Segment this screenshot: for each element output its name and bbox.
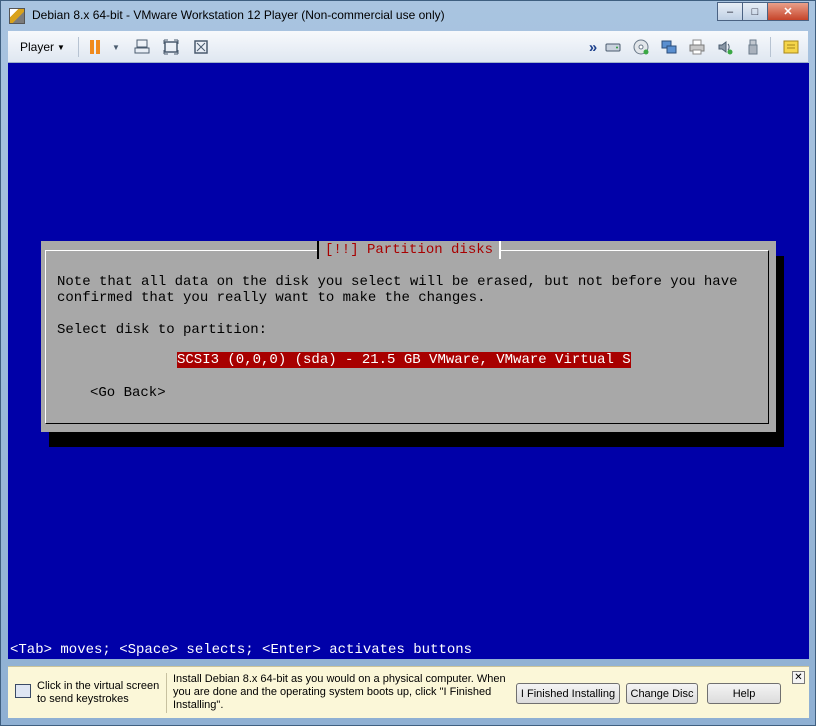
info-separator <box>166 673 167 713</box>
network-adapter-icon[interactable] <box>660 38 678 56</box>
partition-disks-dialog: [!!] Partition disks Note that all data … <box>41 241 776 432</box>
pause-dropdown-icon[interactable]: ▼ <box>107 38 125 56</box>
dialog-message-line-2: confirmed that you really want to make t… <box>57 290 486 306</box>
player-menu-button[interactable]: Player ▼ <box>20 40 65 54</box>
virtual-machine-screen[interactable]: [!!] Partition disks Note that all data … <box>8 63 809 659</box>
toolbar-separator <box>78 37 79 57</box>
send-ctrl-alt-del-icon[interactable] <box>133 38 151 56</box>
player-menu-label: Player <box>20 40 55 54</box>
go-back-button[interactable]: <Go Back> <box>90 385 166 401</box>
vmware-app-icon <box>9 8 25 24</box>
vmware-player-window: Debian 8.x 64-bit - VMware Workstation 1… <box>0 0 816 726</box>
help-button[interactable]: Help <box>707 683 781 704</box>
disk-option-sda[interactable]: SCSI3 (0,0,0) (sda) - 21.5 GB VMware, VM… <box>177 352 631 368</box>
dialog-message-line-1: Note that all data on the disk you selec… <box>57 274 738 290</box>
sound-card-icon[interactable] <box>716 38 734 56</box>
select-disk-prompt: Select disk to partition: <box>57 322 268 338</box>
usb-icon[interactable] <box>744 38 762 56</box>
cd-dvd-icon[interactable] <box>632 38 650 56</box>
more-devices-icon[interactable]: » <box>584 38 602 56</box>
keystroke-hint: Click in the virtual screen to send keys… <box>37 680 160 705</box>
install-instructions: Install Debian 8.x 64-bit as you would o… <box>173 673 506 711</box>
unity-icon[interactable] <box>192 38 210 56</box>
title-bar[interactable]: Debian 8.x 64-bit - VMware Workstation 1… <box>1 1 815 31</box>
finished-installing-button[interactable]: I Finished Installing <box>516 683 620 704</box>
pause-icon[interactable] <box>86 38 104 56</box>
info-bar-close-icon[interactable]: ✕ <box>792 671 805 684</box>
toolbar: Player ▼ ▼ » <box>8 31 808 63</box>
window-controls: – □ ✕ <box>717 2 809 21</box>
printer-icon[interactable] <box>688 38 706 56</box>
maximize-button[interactable]: □ <box>742 2 768 21</box>
dialog-title: [!!] Partition disks <box>317 241 502 259</box>
change-disc-button[interactable]: Change Disc <box>626 683 698 704</box>
fullscreen-icon[interactable] <box>162 38 180 56</box>
keyboard-icon <box>15 684 31 698</box>
installer-help-line: <Tab> moves; <Space> selects; <Enter> ac… <box>8 641 809 659</box>
minimize-button[interactable]: – <box>717 2 743 21</box>
message-log-icon[interactable] <box>782 38 800 56</box>
hard-disk-icon[interactable] <box>604 38 622 56</box>
toolbar-separator <box>770 37 771 57</box>
window-title: Debian 8.x 64-bit - VMware Workstation 1… <box>32 8 445 22</box>
close-button[interactable]: ✕ <box>767 2 809 21</box>
help-line-text: <Tab> moves; <Space> selects; <Enter> ac… <box>10 642 473 658</box>
install-info-bar: Click in the virtual screen to send keys… <box>8 666 809 718</box>
player-dropdown-icon: ▼ <box>57 43 65 52</box>
